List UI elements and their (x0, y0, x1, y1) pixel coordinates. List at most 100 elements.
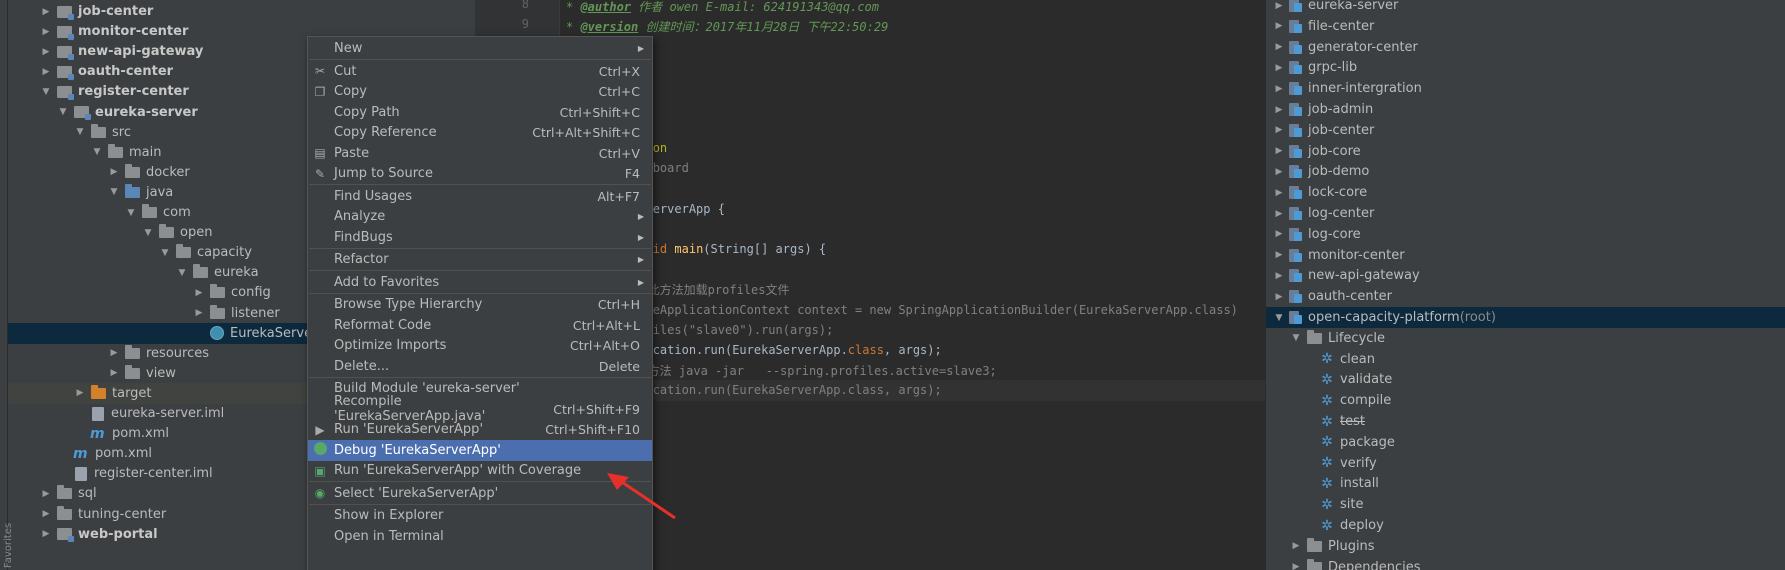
expanded-arrow-icon[interactable]: ▼ (90, 147, 104, 157)
maven-tree-item[interactable]: ▶ job-center (1266, 120, 1785, 141)
menu-item-open-in-terminal[interactable]: Open in Terminal (308, 526, 652, 547)
collapsed-arrow-icon[interactable]: ▶ (1272, 1, 1286, 11)
expanded-arrow-icon[interactable]: ▼ (73, 127, 87, 137)
expanded-arrow-icon[interactable]: ▼ (124, 208, 138, 218)
collapsed-arrow-icon[interactable]: ▶ (192, 308, 206, 318)
maven-tree-item[interactable]: ▶ Plugins (1266, 536, 1785, 557)
collapsed-arrow-icon[interactable]: ▶ (1272, 229, 1286, 239)
menu-item-new[interactable]: New ▶ (308, 38, 652, 59)
menu-item-optimize-imports[interactable]: Optimize Imports Ctrl+Alt+O (308, 335, 652, 356)
collapsed-arrow-icon[interactable]: ▶ (1272, 63, 1286, 73)
tree-item-label: resources (146, 345, 210, 361)
maven-tree-item[interactable]: ▶ generator-center (1266, 37, 1785, 58)
collapsed-arrow-icon[interactable]: ▶ (1272, 250, 1286, 260)
folder-icon (142, 204, 157, 218)
collapsed-arrow-icon[interactable]: ▶ (107, 368, 121, 378)
expanded-arrow-icon[interactable]: ▼ (56, 107, 70, 117)
collapsed-arrow-icon[interactable]: ▶ (39, 7, 53, 17)
maven-tree-item[interactable]: ▶ file-center (1266, 16, 1785, 37)
maven-tree-item[interactable]: ▼ Lifecycle (1266, 328, 1785, 349)
maven-tree-item[interactable]: ▼ open-capacity-platform (root) (1266, 307, 1785, 328)
collapsed-arrow-icon[interactable]: ▶ (1272, 125, 1286, 135)
maven-tree-item[interactable]: ▶✲deploy (1266, 515, 1785, 536)
collapsed-arrow-icon[interactable]: ▶ (192, 288, 206, 298)
maven-tree-item[interactable]: ▶✲verify (1266, 453, 1785, 474)
collapsed-arrow-icon[interactable]: ▶ (39, 27, 53, 37)
collapsed-arrow-icon[interactable]: ▶ (73, 388, 87, 398)
menu-item-delete[interactable]: Delete... Delete (308, 356, 652, 377)
menu-item-refactor[interactable]: Refactor ▶ (308, 249, 652, 270)
menu-item-recompile-eurekaserverapp-java[interactable]: Recompile 'EurekaServerApp.java' Ctrl+Shi… (308, 394, 652, 424)
menu-item-findbugs[interactable]: FindBugs ▶ (308, 227, 652, 248)
collapsed-arrow-icon[interactable]: ▶ (1272, 209, 1286, 219)
maven-tree-item[interactable]: ▶ inner-intergration (1266, 78, 1785, 99)
menu-item-copy-reference[interactable]: Copy Reference Ctrl+Alt+Shift+C (308, 122, 652, 143)
expanded-arrow-icon[interactable]: ▼ (158, 248, 172, 258)
menu-item-debug-eurekaserverapp[interactable]: Debug 'EurekaServerApp' (308, 439, 652, 461)
maven-tree-item[interactable]: ▶ oauth-center (1266, 286, 1785, 307)
collapsed-arrow-icon[interactable]: ▶ (39, 67, 53, 77)
menu-item-analyze[interactable]: Analyze ▶ (308, 206, 652, 227)
expanded-arrow-icon[interactable]: ▼ (175, 268, 189, 278)
maven-tree-item[interactable]: ▶ new-api-gateway (1266, 265, 1785, 286)
maven-tree-item[interactable]: ▶ eureka-server (1266, 0, 1785, 16)
maven-tree-item[interactable]: ▶ Dependencies (1266, 557, 1785, 570)
collapsed-arrow-icon[interactable]: ▶ (1272, 292, 1286, 302)
maven-projects-panel: ▶ eureka-server ▶ file-center ▶ generator-cen… (1265, 0, 1785, 570)
maven-item-label: compile (1340, 393, 1392, 409)
expanded-arrow-icon[interactable]: ▼ (1272, 313, 1286, 323)
menu-item-run-eurekaserverapp-with-coverage[interactable]: ▣ Run 'EurekaServerApp' with Coverage (308, 460, 652, 481)
menu-item-paste[interactable]: ▤ Paste Ctrl+V (308, 143, 652, 164)
collapsed-arrow-icon[interactable]: ▶ (39, 47, 53, 57)
maven-module-icon (1289, 123, 1303, 137)
maven-tree-item[interactable]: ▶✲validate (1266, 369, 1785, 390)
menu-item-find-usages[interactable]: Find Usages Alt+F7 (308, 186, 652, 207)
collapsed-arrow-icon[interactable]: ▶ (1272, 84, 1286, 94)
collapsed-arrow-icon[interactable]: ▶ (107, 167, 121, 177)
maven-tree-item[interactable]: ▶ monitor-center (1266, 245, 1785, 266)
menu-item-jump-to-source[interactable]: ✎ Jump to Source F4 (308, 163, 652, 184)
collapsed-arrow-icon[interactable]: ▶ (39, 529, 53, 539)
collapsed-arrow-icon[interactable]: ▶ (1272, 188, 1286, 198)
collapsed-arrow-icon[interactable]: ▶ (1272, 167, 1286, 177)
collapsed-arrow-icon[interactable]: ▶ (39, 509, 53, 519)
menu-item-add-to-favorites[interactable]: Add to Favorites ▶ (308, 272, 652, 293)
maven-tree-item[interactable]: ▶✲package (1266, 432, 1785, 453)
menu-item-copy-path[interactable]: Copy Path Ctrl+Shift+C (308, 102, 652, 123)
maven-tree-item[interactable]: ▶✲site (1266, 494, 1785, 515)
menu-item-copy[interactable]: ❐ Copy Ctrl+C (308, 81, 652, 102)
maven-item-label: log-center (1308, 206, 1375, 221)
maven-tree-item[interactable]: ▶ log-center (1266, 203, 1785, 224)
collapsed-arrow-icon[interactable]: ▶ (1272, 21, 1286, 31)
maven-tree-item[interactable]: ▶ job-admin (1266, 99, 1785, 120)
menu-item-run-eurekaserverapp[interactable]: ▶ Run 'EurekaServerApp' Ctrl+Shift+F10 (308, 419, 652, 440)
expanded-arrow-icon[interactable]: ▼ (141, 228, 155, 238)
maven-tree-item[interactable]: ▶ job-demo (1266, 161, 1785, 182)
collapsed-arrow-icon[interactable]: ▶ (39, 489, 53, 499)
menu-item-browse-type-hierarchy[interactable]: Browse Type Hierarchy Ctrl+H (308, 294, 652, 315)
collapsed-arrow-icon[interactable]: ▶ (1272, 42, 1286, 52)
maven-tree-item[interactable]: ▶ grpc-lib (1266, 57, 1785, 78)
expanded-arrow-icon[interactable]: ▼ (1289, 333, 1303, 343)
maven-tree-item[interactable]: ▶✲compile (1266, 390, 1785, 411)
collapsed-arrow-icon[interactable]: ▶ (1272, 271, 1286, 281)
maven-tree-item[interactable]: ▶ lock-core (1266, 182, 1785, 203)
maven-tree-item[interactable]: ▶✲install (1266, 473, 1785, 494)
expanded-arrow-icon[interactable]: ▼ (107, 187, 121, 197)
maven-tree-item[interactable]: ▶✲clean (1266, 349, 1785, 370)
menu-item-show-in-explorer[interactable]: Show in Explorer (308, 505, 652, 526)
tree-item[interactable]: ▶ job-center (8, 1, 475, 22)
maven-icon: m (73, 445, 88, 462)
menu-item-select-eurekaserverapp[interactable]: ◉ Select 'EurekaServerApp' (308, 483, 652, 504)
menu-item-cut[interactable]: ✂ Cut Ctrl+X (308, 61, 652, 82)
maven-tree-item[interactable]: ▶ log-core (1266, 224, 1785, 245)
expanded-arrow-icon[interactable]: ▼ (39, 87, 53, 97)
maven-tree-item[interactable]: ▶✲test (1266, 411, 1785, 432)
collapsed-arrow-icon[interactable]: ▶ (1289, 562, 1303, 570)
menu-item-reformat-code[interactable]: Reformat Code Ctrl+Alt+L (308, 315, 652, 336)
collapsed-arrow-icon[interactable]: ▶ (1272, 146, 1286, 156)
collapsed-arrow-icon[interactable]: ▶ (107, 348, 121, 358)
collapsed-arrow-icon[interactable]: ▶ (1272, 105, 1286, 115)
collapsed-arrow-icon[interactable]: ▶ (1289, 541, 1303, 551)
maven-tree-item[interactable]: ▶ job-core (1266, 141, 1785, 162)
